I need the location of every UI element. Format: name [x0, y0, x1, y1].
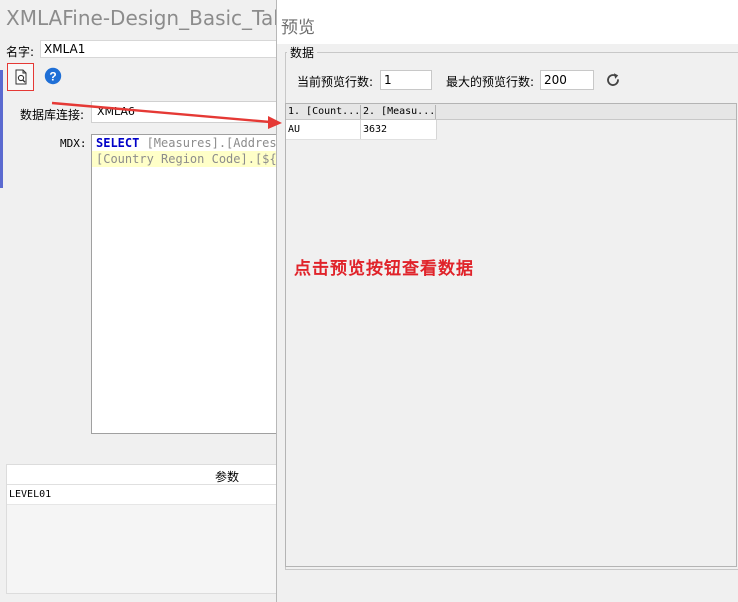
- preview-document-icon: [15, 69, 26, 85]
- data-group-label: 数据: [287, 44, 318, 61]
- mdx-line-1-rest: [Measures].[Address: [139, 136, 284, 150]
- mdx-label: MDX:: [60, 137, 87, 150]
- mdx-line-2: [Country Region Code].[${L: [92, 151, 290, 167]
- column-header-2[interactable]: 2. [Measu...: [361, 105, 436, 119]
- params-table: 参数 LEVEL01: [6, 464, 286, 594]
- name-label: 名字:: [6, 45, 35, 59]
- result-grid[interactable]: 1. [Count... 2. [Measu... AU 3632 点击预览按钮…: [285, 103, 737, 567]
- grid-cell[interactable]: 3632: [361, 120, 437, 139]
- grid-cell[interactable]: AU: [286, 120, 361, 139]
- refresh-icon: [607, 73, 619, 86]
- param-name: LEVEL01: [9, 489, 52, 500]
- max-rows-input[interactable]: 200: [540, 70, 594, 90]
- table-row[interactable]: LEVEL01: [7, 485, 285, 505]
- refresh-button[interactable]: [604, 71, 622, 89]
- db-connection-select[interactable]: XMLA6: [91, 101, 291, 123]
- preview-dialog: 预览 数据 当前预览行数: 1 最大的预览行数: 200 1. [Count..…: [276, 0, 738, 602]
- annotation-text: 点击预览按钮查看数据: [294, 259, 474, 279]
- current-rows-input[interactable]: 1: [380, 70, 432, 90]
- help-icon: ?: [44, 67, 62, 85]
- svg-text:?: ?: [49, 69, 56, 83]
- dialog-titlebar: [277, 0, 738, 44]
- table-row[interactable]: AU 3632: [286, 120, 437, 140]
- params-header-label: 参数: [215, 470, 240, 484]
- help-button[interactable]: ?: [44, 67, 62, 85]
- mdx-keyword: SELECT: [96, 136, 140, 150]
- mdx-line-1: SELECT [Measures].[Address: [92, 135, 290, 151]
- db-connection-label: 数据库连接:: [20, 108, 85, 122]
- left-accent-strip: [0, 70, 3, 188]
- max-rows-label: 最大的预览行数:: [446, 75, 535, 89]
- mdx-editor[interactable]: SELECT [Measures].[Address [Country Regi…: [91, 134, 291, 434]
- preview-button[interactable]: [7, 63, 34, 91]
- name-input[interactable]: XMLA1: [40, 40, 290, 58]
- grid-header: 1. [Count... 2. [Measu...: [286, 104, 736, 120]
- dialog-title: 预览: [281, 18, 315, 38]
- window-title: XMLAFine-Design_Basic_TableD: [6, 6, 320, 30]
- column-header-1[interactable]: 1. [Count...: [286, 105, 361, 119]
- current-rows-label: 当前预览行数:: [297, 75, 374, 89]
- params-header: 参数: [7, 465, 285, 485]
